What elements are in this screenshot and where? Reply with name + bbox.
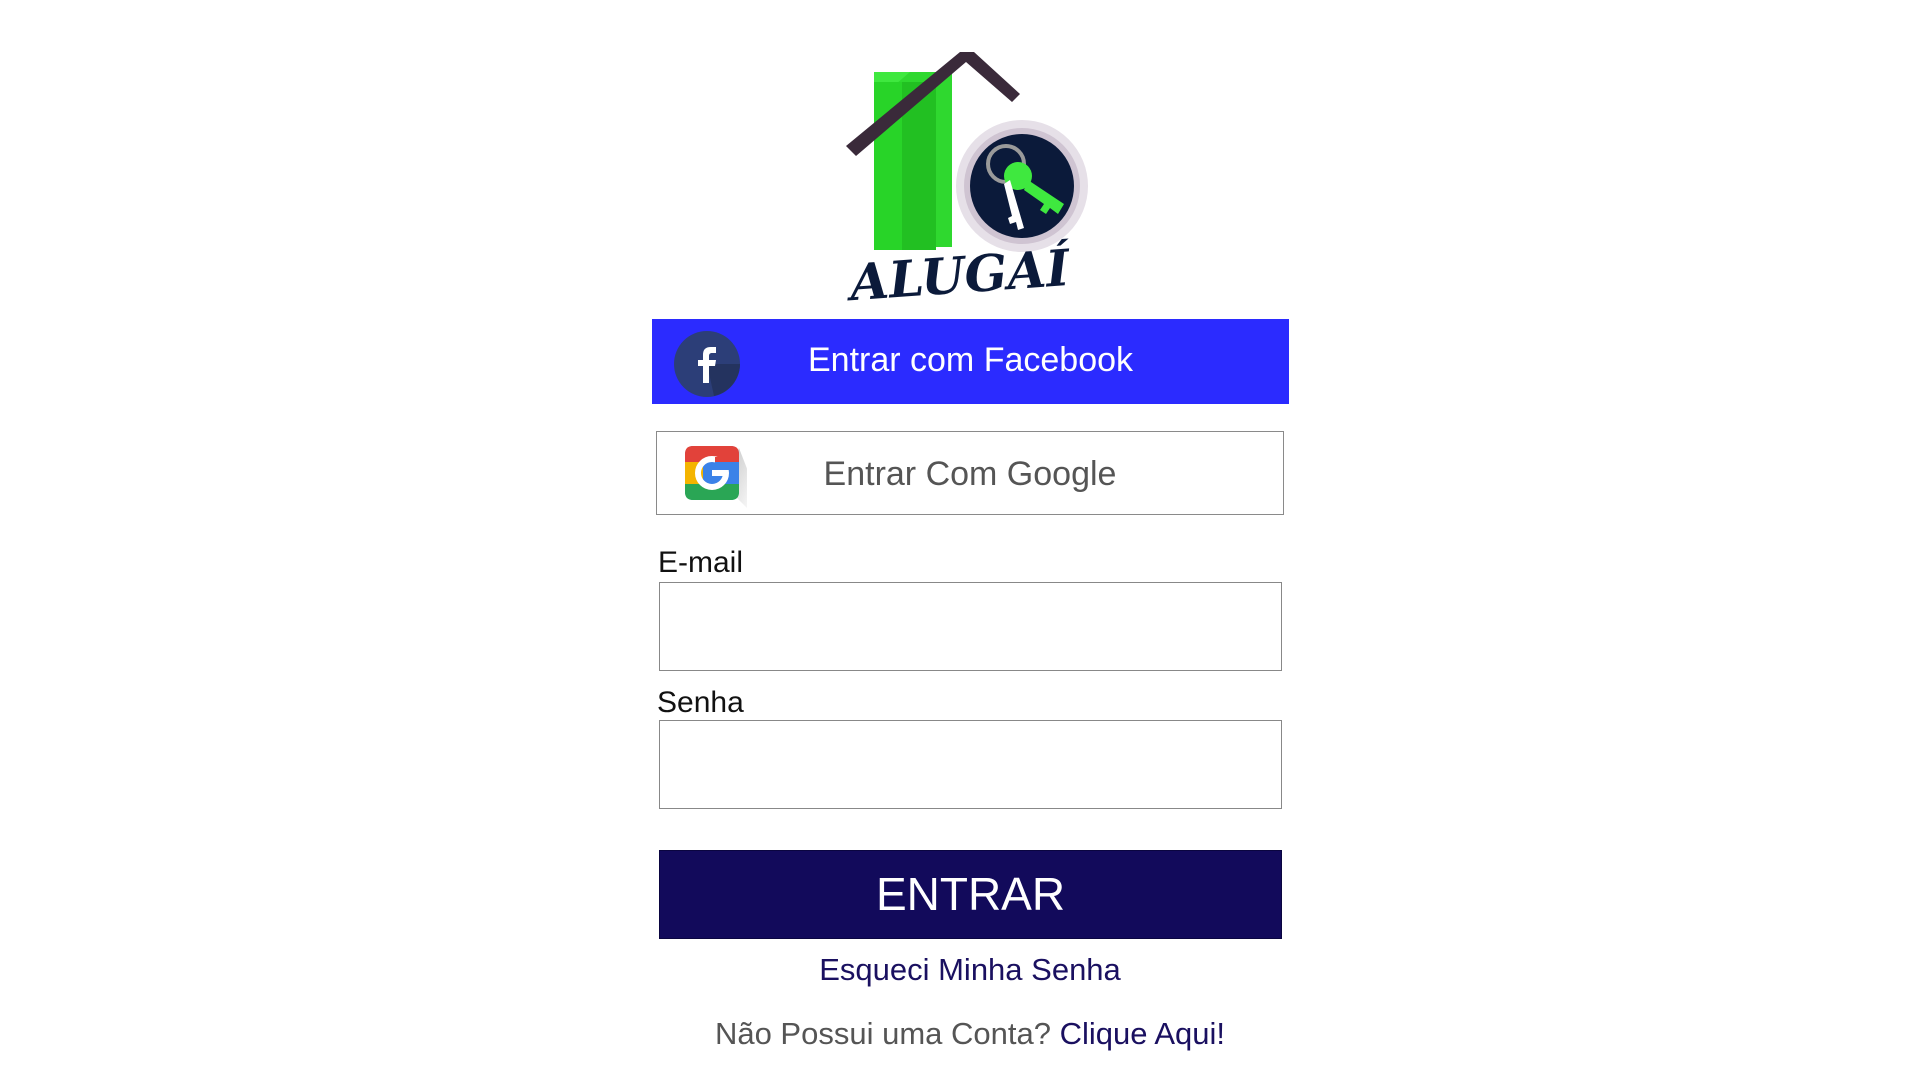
google-login-button[interactable]: Entrar Com Google <box>656 431 1284 515</box>
facebook-login-button[interactable]: Entrar com Facebook <box>652 319 1289 404</box>
email-field[interactable] <box>659 582 1282 671</box>
forgot-password-link[interactable]: Esqueci Minha Senha <box>0 952 1920 988</box>
google-login-label: Entrar Com Google <box>823 455 1117 493</box>
email-label: E-mail <box>658 546 744 579</box>
submit-button[interactable]: ENTRAR <box>659 850 1282 939</box>
password-field[interactable] <box>659 720 1282 809</box>
no-account-text: Não Possui uma Conta? <box>714 1016 1051 1051</box>
login-page: ALUGAÍ Entrar com Facebook Entrar Com Go… <box>0 0 1920 1080</box>
password-label: Senha <box>657 686 744 719</box>
facebook-login-label: Entrar com Facebook <box>807 341 1134 379</box>
house-key-icon: ALUGAÍ <box>844 52 1088 312</box>
signup-link[interactable]: Clique Aqui! <box>1060 1016 1225 1051</box>
signup-row: Não Possui uma Conta? Clique Aqui! <box>0 1016 1920 1052</box>
alugai-logo: ALUGAÍ <box>842 52 1094 312</box>
